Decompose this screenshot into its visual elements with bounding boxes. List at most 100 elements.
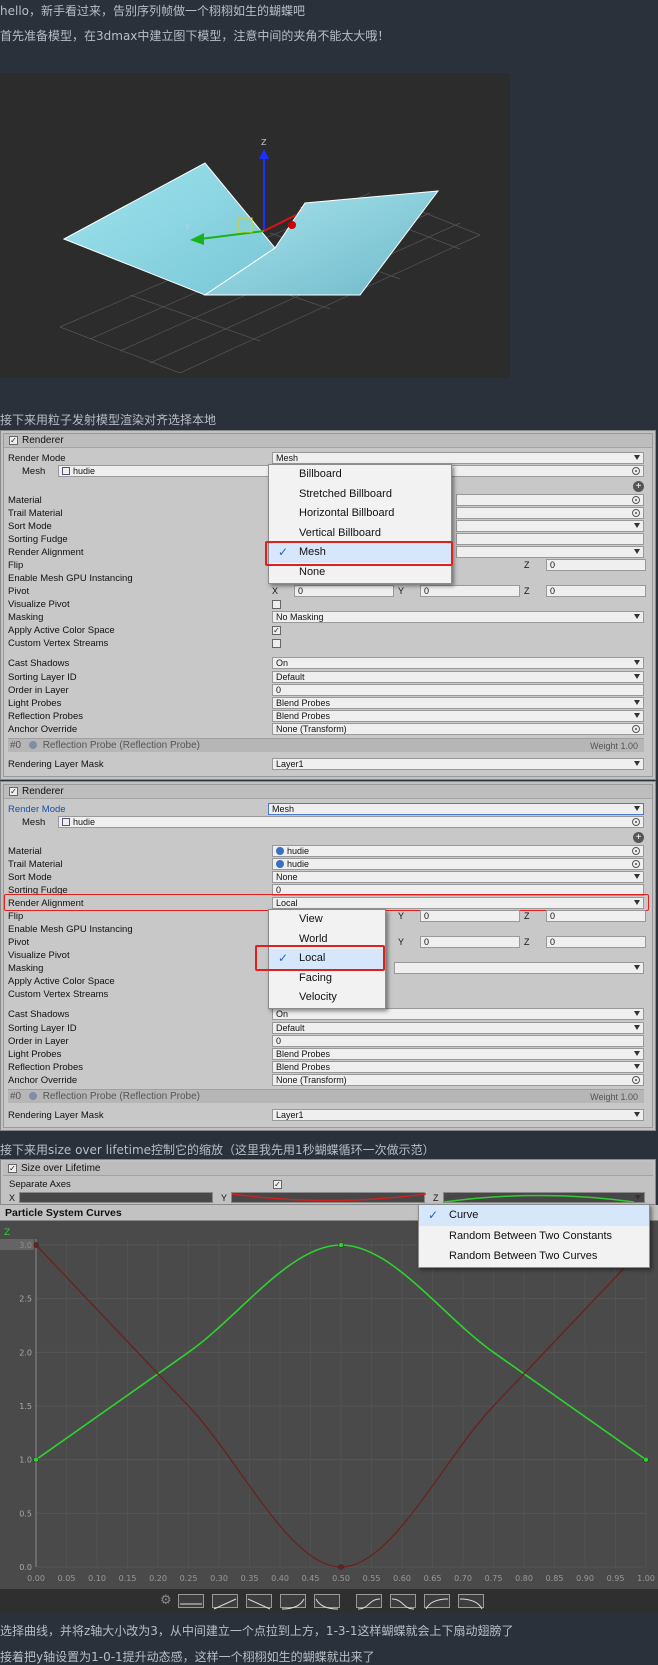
curve-key-point	[643, 1456, 649, 1463]
gizmo-z-arrow	[259, 149, 269, 159]
option-billboard[interactable]: Billboard	[269, 465, 451, 485]
curve-plot[interactable]: 0.00 0.05 0.10 0.15 0.20 0.25 0.30 0.35 0.40 0.45…	[0, 1221, 658, 1589]
preset-ease-out-up[interactable]	[424, 1594, 450, 1610]
anchor-override-field[interactable]: None (Transform)	[272, 723, 644, 735]
add-mesh-button-2[interactable]: +	[633, 832, 644, 843]
y-axis-letter: Z	[4, 1228, 10, 1238]
reflection-probes-select-2[interactable]: Blend Probes	[272, 1061, 644, 1073]
material-field[interactable]	[456, 494, 644, 506]
order-in-layer-field-2[interactable]: 0	[272, 1035, 644, 1047]
x-tick-label: 0.15	[119, 1574, 137, 1583]
light-probes-select[interactable]: Blend Probes	[272, 697, 644, 709]
preset-ease-in-down[interactable]	[458, 1594, 484, 1610]
article-line-5: 选择曲线，并将z轴大小改为3，从中间建立一个点拉到上方，1-3-1这样蝴蝶就会上…	[0, 1624, 514, 1638]
sol-y-curve-field[interactable]	[231, 1192, 427, 1203]
sort-mode-select[interactable]	[456, 520, 644, 532]
material-field-2[interactable]: hudie	[272, 845, 644, 857]
option-facing[interactable]: Facing	[269, 969, 385, 989]
flip-z-axis-label: Z	[524, 560, 530, 570]
sol-z-curve-field[interactable]	[443, 1192, 645, 1203]
sorting-layer-select[interactable]: Default	[272, 671, 644, 683]
sol-z-label: Z	[433, 1193, 439, 1203]
size-over-lifetime-header[interactable]: ✓ Size over Lifetime	[3, 1162, 653, 1176]
add-mesh-button[interactable]: +	[633, 481, 644, 492]
apply-color-space-checkbox[interactable]: ✓	[272, 626, 281, 635]
size-over-lifetime-title: Size over Lifetime	[21, 1163, 101, 1174]
sorting-fudge-field[interactable]	[456, 533, 644, 545]
label2-rendering-layer-mask: Rendering Layer Mask	[8, 1110, 104, 1121]
trail-material-field-2[interactable]: hudie	[272, 858, 644, 870]
particle-system-curves-chart[interactable]: 0.00 0.05 0.10 0.15 0.20 0.25 0.30 0.35 0.40 0.45…	[0, 1221, 658, 1589]
sol-x-curve-field[interactable]	[19, 1192, 213, 1203]
sorting-layer-select-2[interactable]: Default	[272, 1022, 644, 1034]
visualize-pivot-checkbox[interactable]	[272, 600, 281, 609]
renderer-enable-checkbox[interactable]: ✓	[9, 436, 18, 445]
masking-select[interactable]: No Masking	[272, 611, 644, 623]
sort-mode-select-2[interactable]: None	[272, 871, 644, 883]
pivot-x-field[interactable]: 0	[294, 585, 394, 597]
anchor-override-field-2[interactable]: None (Transform)	[272, 1074, 644, 1086]
probe-weight-2: Weight 1.00	[590, 1092, 638, 1102]
reflection-probe-row: #0 Reflection Probe (Reflection Probe) W…	[8, 738, 644, 752]
label-render-mode: Render Mode	[8, 453, 66, 464]
render-mode-select-2[interactable]: Mesh	[268, 803, 644, 815]
probe-icon	[28, 1092, 37, 1100]
render-alignment-select[interactable]	[456, 546, 644, 558]
pivot-y-field-2[interactable]: 0	[420, 936, 520, 948]
pivot-z-field-2[interactable]: 0	[546, 936, 646, 948]
rendering-layer-mask-select-2[interactable]: Layer1	[272, 1109, 644, 1121]
x-tick-label: 0.20	[149, 1574, 167, 1583]
label-trail-material: Trail Material	[8, 508, 63, 519]
x-tick-label: 0.85	[546, 1574, 564, 1583]
preset-linear-down[interactable]	[246, 1594, 272, 1610]
flip-z-field-2[interactable]: 0	[546, 910, 646, 922]
cast-shadows-select[interactable]: On	[272, 657, 644, 669]
x-tick-label: 0.90	[576, 1574, 594, 1583]
option-stretched-billboard[interactable]: Stretched Billboard	[269, 485, 451, 505]
label-order-in-layer: Order in Layer	[8, 685, 69, 696]
preset-flat[interactable]	[178, 1594, 204, 1608]
separate-axes-checkbox[interactable]: ✓	[273, 1180, 282, 1189]
reflection-probes-select[interactable]: Blend Probes	[272, 710, 644, 722]
trail-material-field[interactable]	[456, 507, 644, 519]
preset-ease-in[interactable]	[280, 1594, 306, 1610]
renderer-header[interactable]: ✓ Renderer	[4, 434, 652, 448]
label-visualize-pivot: Visualize Pivot	[8, 599, 70, 610]
x-tick-label: 1.00	[637, 1574, 655, 1583]
option-horizontal-billboard[interactable]: Horizontal Billboard	[269, 504, 451, 524]
flip-y-field-2[interactable]: 0	[420, 910, 520, 922]
curve-key-point	[33, 1242, 39, 1248]
size-over-lifetime-checkbox[interactable]: ✓	[8, 1164, 17, 1173]
option-random-two-constants[interactable]: Random Between Two Constants	[419, 1226, 649, 1246]
label-cast-shadows: Cast Shadows	[8, 658, 70, 669]
probe-name-2: Reflection Probe (Reflection Probe)	[42, 1091, 200, 1102]
label-material: Material	[8, 495, 42, 506]
gear-icon[interactable]: ⚙	[160, 1593, 172, 1608]
preset-ease-out-down[interactable]	[314, 1594, 340, 1610]
renderer2-header[interactable]: ✓ Renderer	[4, 785, 652, 799]
preset-linear-up[interactable]	[212, 1594, 238, 1610]
option-random-two-curves[interactable]: Random Between Two Curves	[419, 1246, 649, 1266]
pivot-y-field[interactable]: 0	[420, 585, 520, 597]
x-tick-label: 0.25	[180, 1574, 198, 1583]
light-probes-select-2[interactable]: Blend Probes	[272, 1048, 644, 1060]
preset-s-up[interactable]	[356, 1594, 382, 1610]
option-curve[interactable]: Curve	[419, 1205, 649, 1226]
option-view[interactable]: View	[269, 910, 385, 930]
renderer2-enable-checkbox[interactable]: ✓	[9, 787, 18, 796]
cast-shadows-select-2[interactable]: On	[272, 1008, 644, 1020]
preset-s-down[interactable]	[390, 1594, 416, 1610]
mesh-field-2[interactable]: hudie	[58, 816, 644, 828]
flip-z-field[interactable]: 0	[546, 559, 646, 571]
custom-vertex-streams-checkbox[interactable]	[272, 639, 281, 648]
order-in-layer-field[interactable]: 0	[272, 684, 644, 696]
masking-select-2[interactable]	[394, 962, 644, 974]
gizmo-x-label: X	[300, 206, 306, 215]
y-tick-label: 1.0	[19, 1456, 32, 1465]
pivot-z-field[interactable]: 0	[546, 585, 646, 597]
label2-cast-shadows: Cast Shadows	[8, 1009, 70, 1020]
option-velocity[interactable]: Velocity	[269, 988, 385, 1008]
rendering-layer-mask-select[interactable]: Layer1	[272, 758, 644, 770]
render-mode-select[interactable]: Mesh	[272, 452, 644, 464]
label2-render-mode: Render Mode	[8, 804, 66, 815]
